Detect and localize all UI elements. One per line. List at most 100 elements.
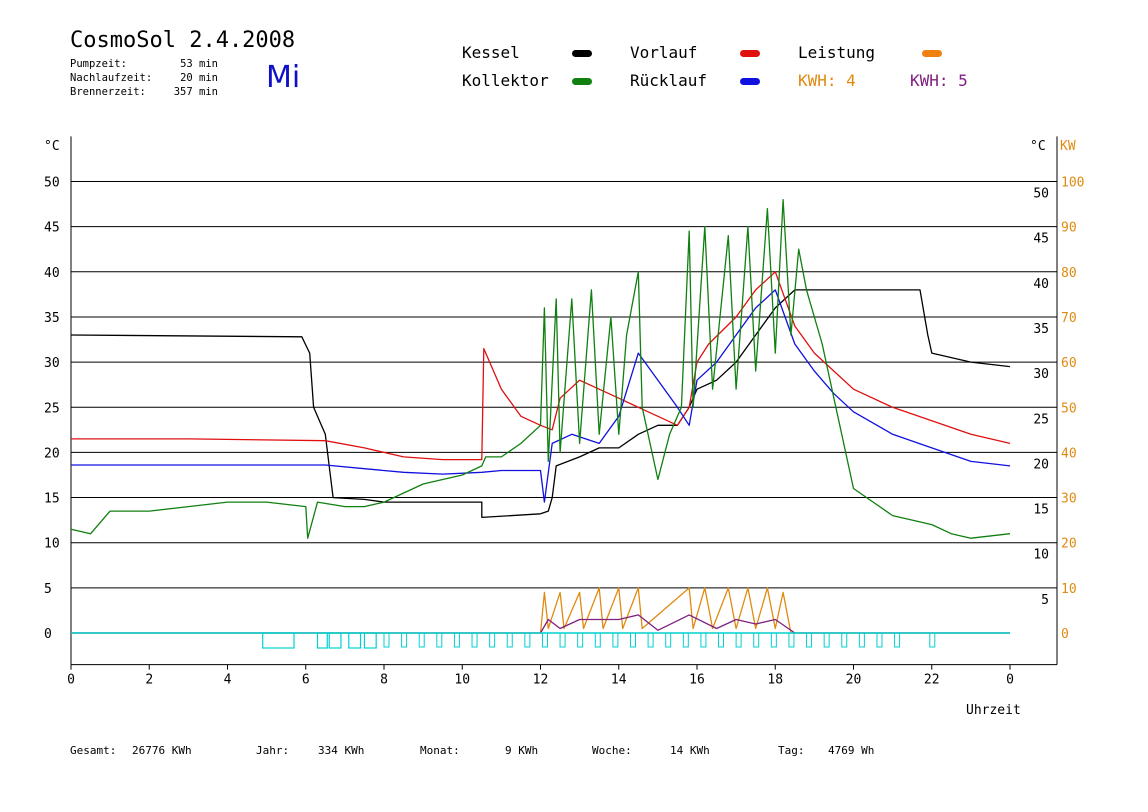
pump-status-mark-5 <box>471 632 478 648</box>
y-left-tick-25: 25 <box>44 401 60 416</box>
pump-status-mark-8 <box>524 632 531 648</box>
temperature-chart: 0510152025303540455051015202530354045500… <box>44 136 1084 718</box>
x-tick-7: 14 <box>611 673 627 688</box>
pump-status-mark-22 <box>770 632 777 648</box>
pump-status-mark-25 <box>823 632 830 648</box>
pump-status-mark-7 <box>506 632 513 648</box>
footer-monat-label: Monat: <box>420 744 460 757</box>
series-layer <box>70 198 1011 634</box>
pump-status-mark-3 <box>436 632 443 648</box>
pump-status-mark-19 <box>718 632 725 648</box>
x-tick-1: 2 <box>145 673 153 688</box>
pump-status-block-4 <box>363 632 377 649</box>
y-right-tick-40: 40 <box>1033 277 1049 292</box>
y-left-tick-30: 30 <box>44 356 60 371</box>
y-left-tick-45: 45 <box>44 221 60 236</box>
y-left-tick-0: 0 <box>44 627 52 642</box>
y-left-tick-15: 15 <box>44 492 60 507</box>
series-line-kessel <box>70 289 1011 519</box>
pump-status-mark-17 <box>682 632 689 648</box>
y2-tick-10: 10 <box>1061 582 1077 597</box>
axis-labels-layer: 0510152025303540455051015202530354045500… <box>44 139 1084 718</box>
x-tick-9: 18 <box>767 673 783 688</box>
y-right-unit: °C <box>1030 139 1046 154</box>
pump-status-mark-28 <box>876 632 883 648</box>
y-right-tick-30: 30 <box>1033 367 1049 382</box>
series-line-leistung <box>71 587 1010 634</box>
pump-status-mark-12 <box>594 632 601 648</box>
footer-gesamt-label: Gesamt: <box>70 744 117 757</box>
pump-status-mark-24 <box>806 632 813 648</box>
pump-status-block-1 <box>316 632 328 649</box>
footer-woche-value: 14 KWh <box>670 744 710 757</box>
pump-status-mark-13 <box>612 632 619 648</box>
y2-tick-80: 80 <box>1061 266 1077 281</box>
y-left-tick-20: 20 <box>44 446 60 461</box>
y2-tick-30: 30 <box>1061 492 1077 507</box>
y2-tick-0: 0 <box>1061 627 1069 642</box>
pump-status-mark-0 <box>383 632 390 648</box>
x-tick-8: 16 <box>689 673 705 688</box>
pump-status-mark-18 <box>700 632 707 648</box>
y-left-tick-50: 50 <box>44 176 60 191</box>
y-right-tick-15: 15 <box>1033 503 1049 518</box>
x-tick-10: 20 <box>846 673 862 688</box>
x-tick-12: 0 <box>1006 673 1014 688</box>
y2-tick-50: 50 <box>1061 401 1077 416</box>
pump-status-mark-15 <box>647 632 654 648</box>
y-left-tick-35: 35 <box>44 311 60 326</box>
footer-monat-value: 9 KWh <box>505 744 539 757</box>
pump-status-mark-29 <box>894 632 901 648</box>
series-line-vorlauf <box>71 271 1011 461</box>
x-tick-2: 4 <box>224 673 232 688</box>
pump-status-mark-27 <box>858 632 865 648</box>
pump-status-mark-14 <box>629 632 636 648</box>
pump-status-mark-26 <box>841 632 848 648</box>
pump-status-mark-4 <box>453 632 460 648</box>
footer-jahr-value: 334 KWh <box>318 744 365 757</box>
pump-status-block-3 <box>348 632 362 649</box>
series-line-kollektor <box>70 198 1011 539</box>
pump-status-block-2 <box>328 632 342 649</box>
footer-gesamt-value: 26776 KWh <box>132 744 192 757</box>
pump-status-mark-21 <box>753 632 760 648</box>
x-tick-3: 6 <box>302 673 310 688</box>
x-tick-5: 10 <box>454 673 470 688</box>
y-left-tick-40: 40 <box>44 266 60 281</box>
pump-status-mark-20 <box>735 632 742 648</box>
y2-unit: KW <box>1060 139 1076 154</box>
y-left-tick-10: 10 <box>44 537 60 552</box>
y2-tick-90: 90 <box>1061 221 1077 236</box>
x-axis-title: Uhrzeit <box>966 703 1021 718</box>
y-left-unit: °C <box>44 139 60 154</box>
pump-status-mark-9 <box>541 632 548 648</box>
x-tick-11: 22 <box>924 673 940 688</box>
footer-woche-label: Woche: <box>592 744 632 757</box>
pump-status-mark-10 <box>559 632 566 648</box>
y-right-tick-35: 35 <box>1033 322 1049 337</box>
x-tick-6: 12 <box>533 673 549 688</box>
pump-status-mark-2 <box>418 632 425 648</box>
y2-tick-100: 100 <box>1061 176 1084 191</box>
footer-jahr-label: Jahr: <box>256 744 290 757</box>
y-right-tick-5: 5 <box>1041 593 1049 608</box>
pump-status-mark-23 <box>788 632 795 648</box>
pump-status-mark-16 <box>665 632 672 648</box>
footer-tag-value: 4769 Wh <box>828 744 875 757</box>
y2-tick-40: 40 <box>1061 446 1077 461</box>
y-right-tick-20: 20 <box>1033 457 1049 472</box>
x-tick-4: 8 <box>380 673 388 688</box>
y-right-tick-45: 45 <box>1033 232 1049 247</box>
pump-status-mark-31 <box>929 632 936 648</box>
pump-status-mark-6 <box>489 632 496 648</box>
y2-tick-60: 60 <box>1061 356 1077 371</box>
pump-status-mark-1 <box>401 632 408 648</box>
y2-tick-20: 20 <box>1061 537 1077 552</box>
footer-tag-label: Tag: <box>778 744 805 757</box>
pump-status-layer <box>71 632 1010 649</box>
x-tick-0: 0 <box>67 673 75 688</box>
y-right-tick-25: 25 <box>1033 412 1049 427</box>
y-left-tick-5: 5 <box>44 582 52 597</box>
pump-status-block-0 <box>262 632 295 649</box>
y-right-tick-50: 50 <box>1033 187 1049 202</box>
